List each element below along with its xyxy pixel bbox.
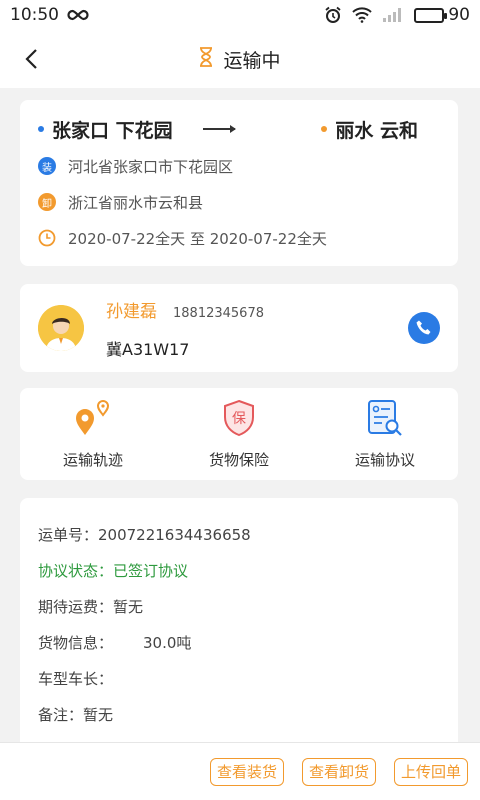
view-loading-button[interactable]: 查看装货 xyxy=(209,757,284,786)
upload-receipt-button[interactable]: 上传回单 xyxy=(393,757,468,786)
destination-dot xyxy=(321,126,328,132)
phone-icon xyxy=(416,320,431,335)
driver-info: 孙建磊 18812345678 冀A31W17 xyxy=(106,297,408,360)
actions-card: 运输轨迹 保 货物保险 运输协议 xyxy=(20,388,458,480)
waybill-number: 运单号：2007221634436658 xyxy=(38,525,251,544)
agreement-status: 协议状态：已签订协议 xyxy=(38,561,189,580)
date-range: 2020-07-22全天 至 2020-07-22全天 xyxy=(68,229,327,248)
hourglass-icon xyxy=(199,46,213,72)
page-title: 运输中 xyxy=(223,49,281,72)
action-label: 运输轨迹 xyxy=(62,450,123,469)
load-badge-icon: 装 xyxy=(38,157,56,175)
status-bar: 10:50 90 xyxy=(0,0,480,30)
driver-avatar xyxy=(38,305,84,351)
origin-city: 张家口 下花园 xyxy=(52,119,173,142)
vehicle-type: 车型车长： xyxy=(38,669,114,688)
location-track-icon xyxy=(73,399,113,441)
status-time: 10:50 xyxy=(10,5,59,25)
action-label: 货物保险 xyxy=(208,450,269,469)
infinity-icon xyxy=(67,9,89,21)
agreement-doc-icon xyxy=(365,399,405,441)
signal-icon xyxy=(382,7,404,23)
destination: 丽水 云和 xyxy=(321,116,418,143)
arrow-right-icon xyxy=(202,125,236,133)
expected-fee: 期待运费：暂无 xyxy=(38,597,144,616)
route-card: 张家口 下花园 丽水 云和 装 河北省张家口市下花园区 卸 浙江省丽水市云和县 … xyxy=(20,100,458,266)
chevron-left-icon xyxy=(25,49,37,69)
avatar-person-icon xyxy=(38,305,84,351)
unload-address-row: 卸 浙江省丽水市云和县 xyxy=(38,188,440,216)
action-cargo-insurance[interactable]: 保 货物保险 xyxy=(166,388,312,480)
alarm-icon xyxy=(324,6,342,24)
license-plate: 冀A31W17 xyxy=(106,339,190,359)
destination-city: 丽水 云和 xyxy=(335,119,418,142)
origin-dot xyxy=(38,126,44,132)
page-title-group: 运输中 xyxy=(199,46,281,73)
action-transport-agreement[interactable]: 运输协议 xyxy=(312,388,458,480)
cargo-info-row: 货物信息： 30.0吨 xyxy=(38,624,440,660)
unload-address: 浙江省丽水市云和县 xyxy=(68,193,204,212)
cargo-value: 30.0吨 xyxy=(143,633,192,652)
date-row: 2020-07-22全天 至 2020-07-22全天 xyxy=(38,224,440,252)
driver-name: 孙建磊 xyxy=(106,301,157,322)
details-card: 运单号：2007221634436658 协议状态：已签订协议 期待运费：暂无 … xyxy=(20,498,458,758)
clock-icon xyxy=(38,229,56,247)
insurance-shield-icon: 保 xyxy=(221,399,257,441)
driver-card: 孙建磊 18812345678 冀A31W17 xyxy=(20,284,458,372)
action-transport-track[interactable]: 运输轨迹 xyxy=(20,388,166,480)
battery-level: 90 xyxy=(448,5,470,25)
call-button[interactable] xyxy=(408,312,440,344)
cargo-label: 货物信息： xyxy=(38,633,114,652)
route-summary: 张家口 下花园 丽水 云和 xyxy=(38,114,440,144)
load-address: 河北省张家口市下花园区 xyxy=(68,157,234,176)
view-unloading-button[interactable]: 查看卸货 xyxy=(301,757,376,786)
remark: 备注：暂无 xyxy=(38,705,114,724)
top-nav: 运输中 xyxy=(0,30,480,88)
action-label: 运输协议 xyxy=(354,450,415,469)
wifi-icon xyxy=(352,7,373,23)
bottom-action-bar: 查看装货 查看卸货 上传回单 xyxy=(0,742,480,800)
load-address-row: 装 河北省张家口市下花园区 xyxy=(38,152,440,180)
back-button[interactable] xyxy=(18,46,44,72)
unload-badge-icon: 卸 xyxy=(38,193,56,211)
driver-phone: 18812345678 xyxy=(173,305,264,321)
battery-icon: 90 xyxy=(414,5,470,25)
svg-text:保: 保 xyxy=(232,411,246,427)
origin: 张家口 下花园 xyxy=(38,116,173,143)
